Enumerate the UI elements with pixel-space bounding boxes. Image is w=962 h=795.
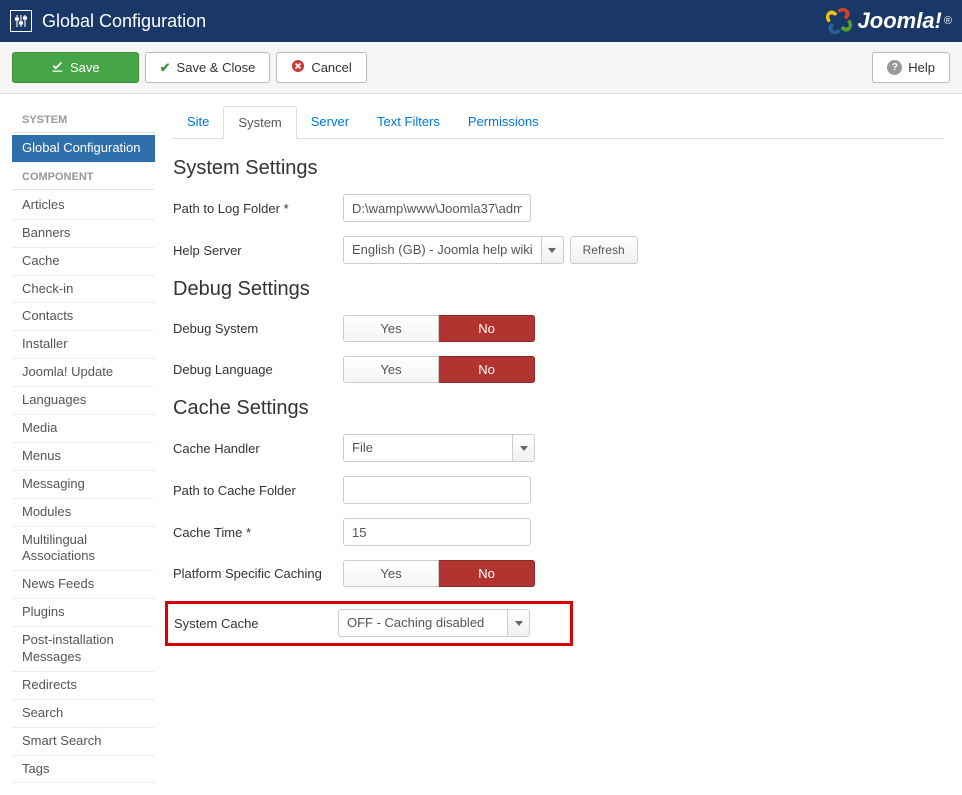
chevron-down-icon[interactable] (512, 435, 534, 461)
refresh-button[interactable]: Refresh (570, 236, 638, 264)
row-cache-time: Cache Time * (173, 518, 944, 546)
cancel-button[interactable]: Cancel (276, 52, 366, 83)
input-log-path[interactable] (343, 194, 531, 222)
label-system-cache: System Cache (174, 616, 338, 631)
select-cache-handler[interactable]: File (343, 434, 535, 462)
sidebar-item-tags[interactable]: Tags (12, 756, 155, 784)
sidebar-item-articles[interactable]: Articles (12, 192, 155, 220)
row-debug-language: Debug Language Yes No (173, 356, 944, 383)
row-cache-handler: Cache Handler File (173, 434, 944, 462)
row-cache-path: Path to Cache Folder (173, 476, 944, 504)
toolbar: Save ✔ Save & Close Cancel ? Help (0, 42, 962, 94)
section-title-cache: Cache Settings (173, 397, 944, 420)
label-debug-system: Debug System (173, 321, 343, 336)
sidebar-item-multilingual-associations[interactable]: Multilingual Associations (12, 527, 155, 572)
joomla-logo: Joomla!® (826, 8, 952, 34)
sidebar-item-modules[interactable]: Modules (12, 499, 155, 527)
sidebar-item-smart-search[interactable]: Smart Search (12, 728, 155, 756)
select-system-cache-text: OFF - Caching disabled (339, 610, 507, 636)
tab-system[interactable]: System (223, 106, 296, 139)
header-left: Global Configuration (10, 10, 206, 32)
help-icon: ? (887, 60, 902, 75)
help-button[interactable]: ? Help (872, 52, 950, 83)
tab-permissions[interactable]: Permissions (454, 106, 553, 138)
page-title: Global Configuration (42, 11, 206, 32)
select-help-server[interactable]: English (GB) - Joomla help wiki (343, 236, 564, 264)
cancel-label: Cancel (311, 60, 351, 75)
select-cache-handler-text: File (344, 435, 512, 461)
radio-platform-caching-yes[interactable]: Yes (343, 560, 439, 587)
tab-site[interactable]: Site (173, 106, 223, 138)
row-log-path: Path to Log Folder * (173, 194, 944, 222)
sidebar-item-global-configuration[interactable]: Global Configuration (12, 135, 155, 163)
sidebar-item-languages[interactable]: Languages (12, 387, 155, 415)
radio-debug-language-no[interactable]: No (439, 356, 535, 383)
row-debug-system: Debug System Yes No (173, 315, 944, 342)
brand-reg: ® (944, 15, 952, 27)
label-cache-path: Path to Cache Folder (173, 483, 343, 498)
sidebar-item-plugins[interactable]: Plugins (12, 599, 155, 627)
sidebar-group-component: COMPONENT (12, 163, 155, 190)
sidebar-item-installer[interactable]: Installer (12, 331, 155, 359)
radio-platform-caching: Yes No (343, 560, 535, 587)
chevron-down-icon[interactable] (541, 237, 563, 263)
label-debug-language: Debug Language (173, 362, 343, 377)
chevron-down-icon[interactable] (507, 610, 529, 636)
sidebar-item-menus[interactable]: Menus (12, 443, 155, 471)
input-cache-time[interactable] (343, 518, 531, 546)
section-title-debug: Debug Settings (173, 278, 944, 301)
radio-debug-language-yes[interactable]: Yes (343, 356, 439, 383)
save-close-button[interactable]: ✔ Save & Close (145, 52, 271, 83)
save-close-label: Save & Close (177, 60, 256, 75)
sidebar-item-media[interactable]: Media (12, 415, 155, 443)
label-cache-time: Cache Time * (173, 525, 343, 540)
section-title-system: System Settings (173, 157, 944, 180)
cancel-icon (291, 59, 305, 76)
save-label: Save (70, 60, 100, 75)
sidebar-group-system: SYSTEM (12, 106, 155, 133)
tab-text-filters[interactable]: Text Filters (363, 106, 454, 138)
save-icon (51, 60, 64, 76)
toolbar-left: Save ✔ Save & Close Cancel (12, 52, 367, 83)
sidebar-item-check-in[interactable]: Check-in (12, 276, 155, 304)
row-help-server: Help Server English (GB) - Joomla help w… (173, 236, 944, 264)
row-platform-caching: Platform Specific Caching Yes No (173, 560, 944, 587)
sidebar-item-news-feeds[interactable]: News Feeds (12, 571, 155, 599)
label-help-server: Help Server (173, 243, 343, 258)
brand-text: Joomla! (858, 8, 942, 34)
check-icon: ✔ (160, 60, 171, 76)
tabs: SiteSystemServerText FiltersPermissions (173, 106, 944, 139)
select-help-server-text: English (GB) - Joomla help wiki (344, 237, 541, 263)
label-cache-handler: Cache Handler (173, 441, 343, 456)
select-system-cache[interactable]: OFF - Caching disabled (338, 609, 530, 637)
sidebar-item-search[interactable]: Search (12, 700, 155, 728)
sidebar-item-joomla-update[interactable]: Joomla! Update (12, 359, 155, 387)
sidebar-item-banners[interactable]: Banners (12, 220, 155, 248)
radio-platform-caching-no[interactable]: No (439, 560, 535, 587)
radio-debug-system-yes[interactable]: Yes (343, 315, 439, 342)
sidebar-item-messaging[interactable]: Messaging (12, 471, 155, 499)
sidebar: SYSTEM Global Configuration COMPONENT Ar… (0, 94, 155, 795)
input-cache-path[interactable] (343, 476, 531, 504)
save-button[interactable]: Save (12, 52, 139, 83)
joomla-mark-icon (826, 8, 852, 34)
radio-debug-system: Yes No (343, 315, 535, 342)
tab-server[interactable]: Server (297, 106, 363, 138)
sidebar-item-cache[interactable]: Cache (12, 248, 155, 276)
content: SYSTEM Global Configuration COMPONENT Ar… (0, 94, 962, 795)
page-header: Global Configuration Joomla!® (0, 0, 962, 42)
radio-debug-language: Yes No (343, 356, 535, 383)
radio-debug-system-no[interactable]: No (439, 315, 535, 342)
main: SiteSystemServerText FiltersPermissions … (155, 94, 962, 795)
toolbar-right: ? Help (872, 52, 950, 83)
label-log-path: Path to Log Folder * (173, 201, 343, 216)
config-icon (10, 10, 32, 32)
highlight-box: System Cache OFF - Caching disabled (165, 601, 573, 646)
label-platform-caching: Platform Specific Caching (173, 566, 343, 581)
sidebar-item-post-installation-messages[interactable]: Post-installation Messages (12, 627, 155, 672)
sidebar-item-contacts[interactable]: Contacts (12, 303, 155, 331)
sidebar-item-redirects[interactable]: Redirects (12, 672, 155, 700)
help-label: Help (908, 60, 935, 75)
row-system-cache: System Cache OFF - Caching disabled (174, 609, 564, 637)
